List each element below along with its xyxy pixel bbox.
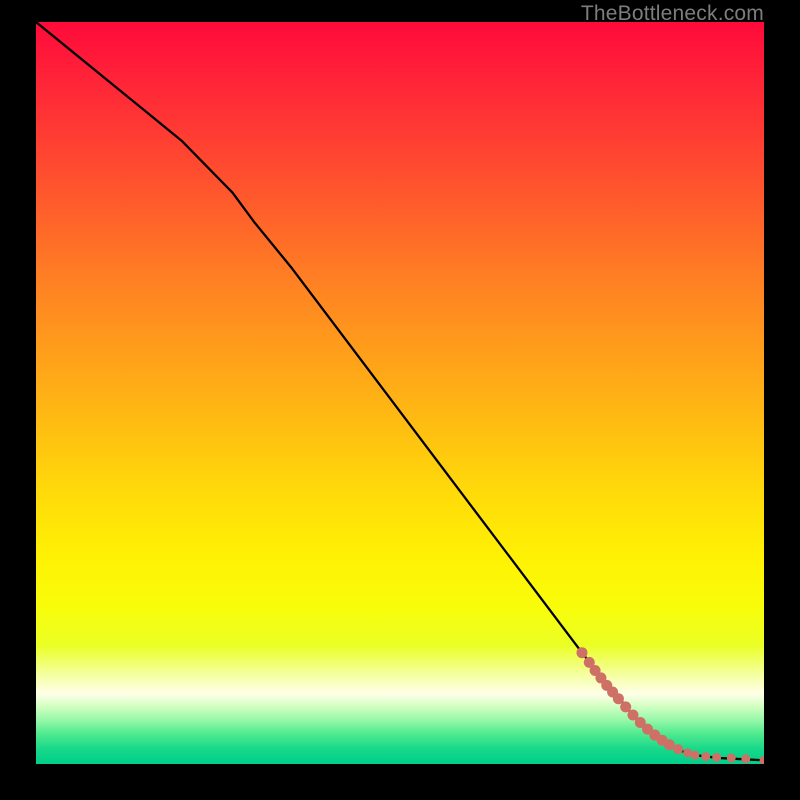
data-point	[577, 647, 588, 658]
chart-frame: TheBottleneck.com	[0, 0, 800, 800]
data-point	[613, 693, 624, 704]
highlighted-points	[577, 647, 765, 764]
data-point	[701, 752, 710, 761]
data-point	[760, 756, 765, 764]
data-point	[673, 744, 683, 754]
data-point	[727, 754, 736, 763]
curve-line	[36, 22, 764, 760]
data-point	[620, 701, 631, 712]
data-point	[712, 753, 721, 762]
plot-area	[36, 22, 764, 764]
chart-overlay	[36, 22, 764, 764]
data-point	[741, 754, 750, 763]
data-point	[690, 751, 699, 760]
